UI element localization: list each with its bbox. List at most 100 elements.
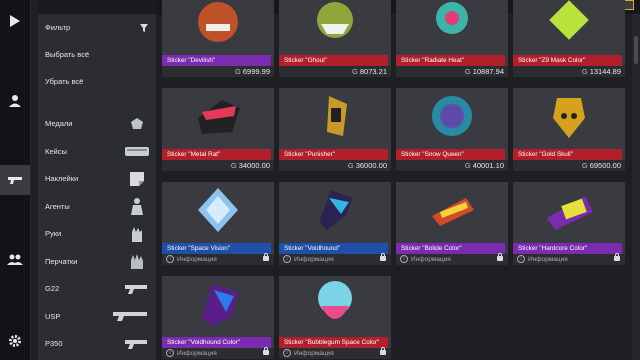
sticker-image	[396, 88, 508, 146]
category-stickers[interactable]: Наклейки	[38, 165, 156, 193]
item-name: Sticker "Voidhound Color"	[162, 337, 271, 348]
funnel-icon	[140, 23, 148, 32]
item-price: G 6999.99	[162, 66, 274, 77]
item-info-bar[interactable]: i Информация	[396, 253, 508, 265]
sticker-image	[396, 0, 508, 52]
item-info-bar[interactable]: i Информация	[513, 253, 625, 265]
item-name: Sticker "Ghoul"	[279, 55, 388, 66]
item-card[interactable]: Sticker "Ghoul" G 8073.21	[279, 0, 391, 77]
item-card[interactable]: Sticker "Punisher" G 36000.00	[279, 88, 391, 171]
item-price: G 34000.00	[162, 160, 274, 171]
side-rail	[0, 0, 31, 360]
filter-header[interactable]: Фильтр	[38, 14, 156, 41]
item-price: G 40001.10	[396, 160, 508, 171]
currency-icon: G	[352, 67, 358, 76]
item-name: Sticker "Snow Queen"	[396, 149, 505, 160]
item-card[interactable]: Sticker "Voidhound Color" i Информация	[162, 276, 274, 359]
currency-icon: G	[581, 161, 588, 170]
settings-gear-icon[interactable]	[0, 326, 30, 356]
category-g22[interactable]: G22	[38, 275, 156, 303]
category-agents[interactable]: Агенты	[38, 193, 156, 221]
pistol-icon	[125, 339, 147, 349]
item-card[interactable]: Sticker "Devilish" G 6999.99	[162, 0, 274, 77]
item-card[interactable]: Sticker "Snow Queen" G 40001.10	[396, 88, 508, 171]
currency-icon: G	[235, 67, 241, 76]
currency-icon: G	[347, 161, 354, 170]
lock-icon	[263, 253, 269, 261]
item-name: Sticker "Gold Skull"	[513, 149, 622, 160]
item-card[interactable]: Sticker "Bolide Color" i Информация	[396, 182, 508, 265]
item-name: Sticker "Voidhound"	[279, 243, 388, 254]
category-hands[interactable]: Руки	[38, 220, 156, 248]
item-price: G 13144.89	[513, 66, 625, 77]
gloves-icon	[122, 252, 152, 270]
medal-icon	[122, 115, 152, 133]
item-card[interactable]: Sticker "Bubblegum Space Color" i Информац…	[279, 276, 391, 359]
item-card[interactable]: Sticker "Metal Rat" G 34000.00	[162, 88, 274, 171]
sticker-image	[162, 0, 274, 52]
item-name: Sticker "Punisher"	[279, 149, 388, 160]
info-icon: i	[517, 255, 525, 264]
item-name: Sticker "Devilish"	[162, 55, 271, 66]
inventory-gun-icon[interactable]	[0, 165, 30, 195]
sticker-image	[162, 182, 274, 240]
sticker-icon	[122, 170, 152, 188]
select-all-button[interactable]: Выбрать всё	[38, 41, 156, 68]
pistol-icon	[125, 284, 147, 294]
item-price: G 8073.21	[279, 66, 391, 77]
item-name: Sticker "Bolide Color"	[396, 243, 505, 254]
sticker-image	[513, 182, 625, 240]
info-icon: i	[283, 255, 291, 264]
lock-icon	[614, 253, 620, 261]
sticker-image	[162, 88, 274, 146]
item-card[interactable]: Sticker "Voidhound" i Информация	[279, 182, 391, 265]
lock-icon	[380, 253, 386, 261]
case-icon	[122, 142, 152, 160]
hands-icon	[122, 225, 152, 243]
play-icon[interactable]	[0, 6, 30, 36]
scrollbar[interactable]	[632, 14, 640, 360]
item-info-bar[interactable]: i Информация	[279, 253, 391, 265]
friends-icon[interactable]	[0, 244, 30, 274]
currency-icon: G	[464, 161, 471, 170]
sticker-image	[162, 276, 274, 334]
category-list: Медали Кейсы Наклейки Агенты Руки Перчат…	[38, 110, 156, 358]
sticker-image	[396, 182, 508, 240]
pistol-icon	[113, 312, 147, 322]
item-info-bar[interactable]: i Информация	[162, 253, 274, 265]
item-price: G 36000.00	[279, 160, 391, 171]
item-name: Sticker "Bubblegum Space Color"	[279, 337, 388, 348]
item-name: Sticker "Hardcore Color"	[513, 243, 622, 254]
sticker-image	[279, 88, 391, 146]
inventory-grid: Sticker "Devilish" G 6999.99 Sticker "Ghoul…	[162, 0, 632, 360]
item-price: G 10887.94	[396, 66, 508, 77]
item-card[interactable]: Sticker "Radiate Heat" G 10887.94	[396, 0, 508, 77]
filter-title: Фильтр	[45, 23, 71, 32]
sticker-image	[513, 88, 625, 146]
sticker-image	[513, 0, 625, 52]
item-info-bar[interactable]: i Информация	[162, 347, 274, 359]
item-price: G 69500.00	[513, 160, 625, 171]
item-name: Sticker "Z9 Mask Color"	[513, 55, 622, 66]
item-name: Sticker "Radiate Heat"	[396, 55, 505, 66]
category-usp[interactable]: USP	[38, 303, 156, 331]
lock-icon	[263, 347, 269, 355]
item-card[interactable]: Sticker "Hardcore Color" i Информация	[513, 182, 625, 265]
agent-icon	[122, 197, 152, 216]
item-card[interactable]: Sticker "Space Vision" i Информация	[162, 182, 274, 265]
category-p350[interactable]: P350	[38, 330, 156, 358]
category-gloves[interactable]: Перчатки	[38, 248, 156, 276]
category-cases[interactable]: Кейсы	[38, 138, 156, 166]
currency-icon: G	[464, 67, 471, 76]
sticker-image	[279, 0, 391, 52]
info-icon: i	[400, 255, 408, 264]
category-medals[interactable]: Медали	[38, 110, 156, 138]
item-card[interactable]: Sticker "Gold Skull" G 69500.00	[513, 88, 625, 171]
info-icon: i	[166, 349, 174, 358]
profile-icon[interactable]	[0, 86, 30, 116]
item-info-bar[interactable]: i Информация	[279, 347, 391, 359]
currency-icon: G	[581, 67, 588, 76]
deselect-all-button[interactable]: Убрать всё	[38, 68, 156, 95]
info-icon: i	[283, 349, 291, 358]
item-card[interactable]: Sticker "Z9 Mask Color" G 13144.89	[513, 0, 625, 77]
